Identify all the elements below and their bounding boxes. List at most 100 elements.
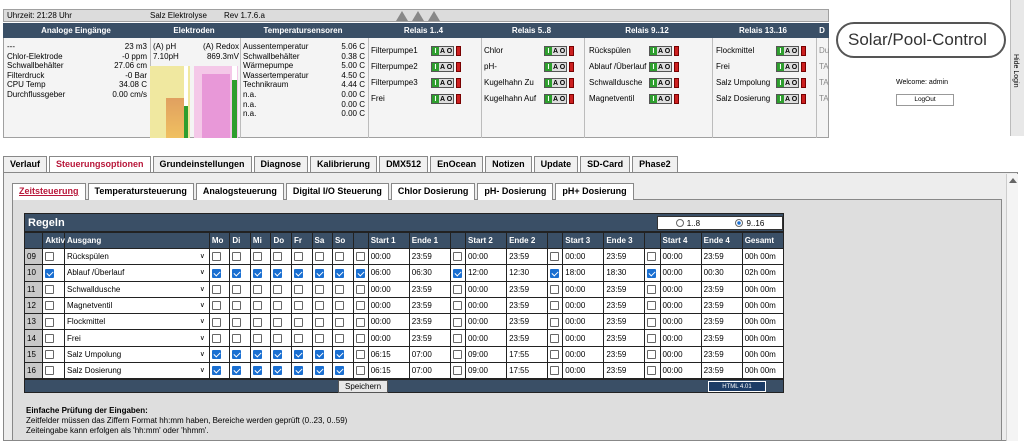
checkbox[interactable]: [293, 333, 303, 343]
output-select[interactable]: Magnetventil ∨: [63, 296, 210, 315]
relay-switch[interactable]: IAO: [776, 78, 799, 88]
end-3-input[interactable]: 23:59: [603, 247, 646, 266]
end-1-input[interactable]: 23:59: [408, 313, 451, 331]
checkbox[interactable]: [314, 268, 324, 278]
scroll-up-icon[interactable]: [1009, 178, 1017, 183]
relay-off-button[interactable]: O: [446, 63, 453, 71]
checkbox[interactable]: [355, 301, 365, 311]
checkbox[interactable]: [273, 350, 283, 360]
warning-icon[interactable]: [412, 10, 424, 21]
tab-sd-card[interactable]: SD-Card: [580, 156, 631, 172]
start-1-input[interactable]: 00:00: [367, 247, 410, 266]
save-button[interactable]: Speichern: [338, 380, 389, 394]
checkbox[interactable]: [550, 333, 560, 343]
end-2-input[interactable]: 12:30: [506, 264, 549, 282]
start-3-input[interactable]: 00:00: [562, 345, 605, 364]
checkbox[interactable]: [550, 301, 560, 311]
checkbox[interactable]: [550, 366, 560, 376]
relay-manual-on-button[interactable]: I: [432, 95, 439, 103]
subtab-ph-dosierung[interactable]: pH- Dosierung: [477, 183, 554, 200]
start-3-input[interactable]: 00:00: [562, 280, 605, 298]
start-2-input[interactable]: 00:00: [464, 313, 508, 331]
start-3-input[interactable]: 18:00: [562, 264, 605, 282]
relay-switch[interactable]: IAO: [649, 62, 672, 72]
start-4-input[interactable]: 00:00: [659, 264, 702, 282]
warning-icon[interactable]: [396, 10, 408, 21]
relay-switch[interactable]: IAO: [544, 94, 567, 104]
checkbox[interactable]: [232, 301, 242, 311]
checkbox[interactable]: [335, 333, 345, 343]
end-4-input[interactable]: 23:59: [700, 247, 743, 266]
relay-switch[interactable]: IAO: [776, 62, 799, 72]
checkbox[interactable]: [293, 301, 303, 311]
checkbox[interactable]: [273, 284, 283, 294]
start-2-input[interactable]: 00:00: [464, 247, 508, 266]
checkbox[interactable]: [252, 333, 262, 343]
checkbox[interactable]: [550, 252, 560, 262]
end-4-input[interactable]: 23:59: [700, 296, 743, 315]
checkbox[interactable]: [232, 252, 242, 262]
end-1-input[interactable]: 23:59: [408, 329, 451, 347]
relay-switch[interactable]: IAO: [649, 94, 672, 104]
checkbox[interactable]: [355, 350, 365, 360]
start-2-input[interactable]: 09:00: [464, 362, 508, 380]
relay-auto-button[interactable]: A: [657, 47, 664, 55]
relay-manual-on-button[interactable]: I: [650, 95, 657, 103]
relay-switch[interactable]: IAO: [544, 46, 567, 56]
checkbox[interactable]: [647, 301, 657, 311]
relay-manual-on-button[interactable]: I: [545, 95, 552, 103]
output-select[interactable]: Flockmittel ∨: [63, 313, 210, 331]
start-1-input[interactable]: 00:00: [367, 329, 410, 347]
start-2-input[interactable]: 00:00: [464, 296, 508, 315]
checkbox[interactable]: [273, 317, 283, 327]
tab-enocean[interactable]: EnOcean: [430, 156, 484, 172]
relay-off-button[interactable]: O: [791, 63, 798, 71]
checkbox[interactable]: [293, 350, 303, 360]
checkbox[interactable]: [211, 252, 221, 262]
relay-switch[interactable]: IAO: [544, 78, 567, 88]
relay-off-button[interactable]: O: [446, 79, 453, 87]
checkbox[interactable]: [550, 317, 560, 327]
relay-off-button[interactable]: O: [791, 47, 798, 55]
start-3-input[interactable]: 00:00: [562, 247, 605, 266]
checkbox[interactable]: [355, 317, 365, 327]
relay-manual-on-button[interactable]: I: [650, 79, 657, 87]
checkbox[interactable]: [232, 350, 242, 360]
start-4-input[interactable]: 00:00: [659, 362, 702, 380]
relay-manual-on-button[interactable]: I: [545, 79, 552, 87]
subtab-zeitsteuerung[interactable]: Zeitsteuerung: [12, 183, 86, 200]
relay-off-button[interactable]: O: [446, 95, 453, 103]
checkbox[interactable]: [647, 317, 657, 327]
subtab-digital-i-o-steuerung[interactable]: Digital I/O Steuerung: [285, 183, 389, 200]
relay-auto-button[interactable]: A: [657, 95, 664, 103]
checkbox[interactable]: [293, 317, 303, 327]
start-1-input[interactable]: 06:15: [367, 345, 410, 364]
start-2-input[interactable]: 09:00: [464, 345, 508, 364]
end-2-input[interactable]: 17:55: [506, 362, 549, 380]
checkbox[interactable]: [314, 301, 324, 311]
checkbox[interactable]: [647, 284, 657, 294]
warning-icon[interactable]: [428, 10, 440, 21]
tab-grundeinstellungen[interactable]: Grundeinstellungen: [152, 156, 252, 172]
checkbox[interactable]: [314, 333, 324, 343]
end-1-input[interactable]: 23:59: [408, 247, 451, 266]
checkbox[interactable]: [647, 252, 657, 262]
end-2-input[interactable]: 23:59: [506, 296, 549, 315]
subtab-analogsteuerung[interactable]: Analogsteuerung: [195, 183, 284, 200]
relay-off-button[interactable]: O: [559, 95, 566, 103]
end-2-input[interactable]: 23:59: [506, 313, 549, 331]
checkbox[interactable]: [335, 252, 345, 262]
relay-auto-button[interactable]: A: [552, 47, 559, 55]
start-1-input[interactable]: 00:00: [367, 313, 410, 331]
relay-switch[interactable]: IAO: [431, 94, 454, 104]
checkbox[interactable]: [314, 317, 324, 327]
relay-manual-on-button[interactable]: I: [777, 47, 784, 55]
end-1-input[interactable]: 07:00: [408, 345, 451, 364]
checkbox[interactable]: [647, 366, 657, 376]
range-9-16[interactable]: 9..16: [735, 219, 764, 228]
relay-auto-button[interactable]: A: [439, 63, 446, 71]
relay-manual-on-button[interactable]: I: [432, 47, 439, 55]
relay-auto-button[interactable]: A: [439, 79, 446, 87]
start-4-input[interactable]: 00:00: [659, 247, 702, 266]
checkbox[interactable]: [252, 366, 262, 376]
